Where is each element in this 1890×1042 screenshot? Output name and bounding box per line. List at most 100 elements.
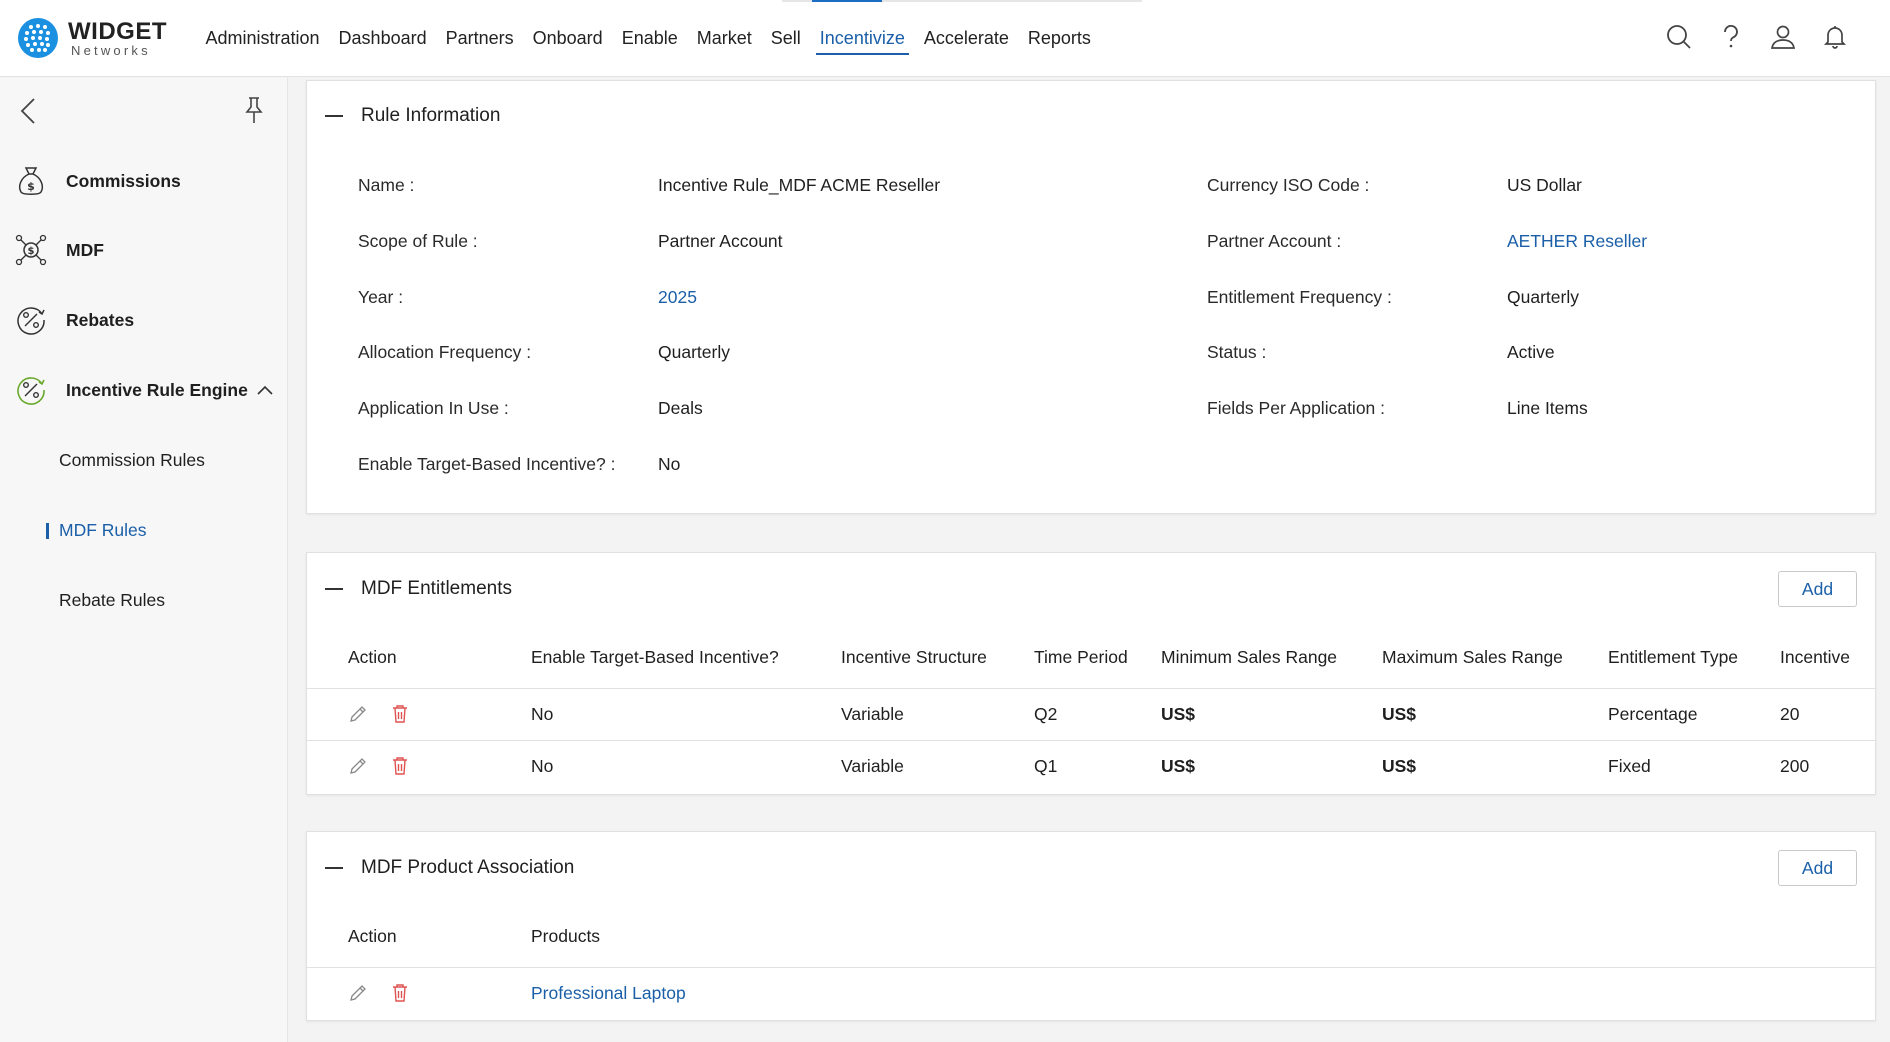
sidebar-item-incentive-rule-engine[interactable]: Incentive Rule Engine <box>14 373 274 407</box>
nav-administration[interactable]: Administration <box>206 0 320 77</box>
year-label: Year : <box>358 287 404 307</box>
chevron-up-icon[interactable] <box>256 384 274 396</box>
cell-min-sales: US$ <box>1161 704 1196 724</box>
mdf-product-association-card: MDF Product Association Add Action Produ… <box>306 831 1876 1021</box>
mdf-entitlements-card: MDF Entitlements Add Action Enable Targe… <box>306 552 1876 795</box>
collapse-icon <box>325 588 343 590</box>
delete-trash-icon[interactable] <box>389 755 411 777</box>
add-entitlement-button[interactable]: Add <box>1778 571 1857 607</box>
sidebar-item-label: Commissions <box>66 170 181 191</box>
nav-incentivize[interactable]: Incentivize <box>815 0 909 77</box>
currency-label: Currency ISO Code : <box>1207 175 1370 195</box>
partner-account-link[interactable]: AETHER Reseller <box>1507 231 1647 252</box>
status-value: Active <box>1507 342 1555 362</box>
sidebar-subitem-commission-rules[interactable]: Commission Rules <box>59 450 205 471</box>
column-header-min-sales: Minimum Sales Range <box>1161 647 1338 667</box>
row-actions <box>347 982 411 1004</box>
column-header-max-sales: Maximum Sales Range <box>1382 647 1563 667</box>
table-divider <box>307 967 1875 968</box>
section-title: MDF Product Association <box>361 857 575 878</box>
column-header-target-based: Enable Target-Based Incentive? <box>531 647 779 667</box>
nav-reports[interactable]: Reports <box>1028 0 1091 77</box>
entitlement-frequency-label: Entitlement Frequency : <box>1207 287 1392 307</box>
search-icon[interactable] <box>1664 22 1694 52</box>
collapse-sidebar-icon[interactable] <box>16 96 40 131</box>
cell-incentive-structure: Variable <box>841 756 904 776</box>
sidebar-item-commissions[interactable]: $ Commissions <box>14 164 181 198</box>
network-dollar-icon: $ <box>14 233 48 267</box>
sidebar: $ Commissions $ MDF Rebates Incentive Ru… <box>0 78 288 1042</box>
product-link[interactable]: Professional Laptop <box>531 983 686 1004</box>
delete-trash-icon[interactable] <box>389 703 411 725</box>
help-icon[interactable] <box>1716 22 1746 52</box>
top-navigation-bar: WIDGET Networks Administration Dashboard… <box>0 0 1890 77</box>
nav-enable[interactable]: Enable <box>622 0 678 77</box>
brand-logo-icon <box>18 18 58 58</box>
nav-dashboard[interactable]: Dashboard <box>339 0 427 77</box>
fields-per-application-label: Fields Per Application : <box>1207 398 1386 418</box>
cell-entitlement-type: Percentage <box>1608 704 1698 724</box>
row-actions <box>347 703 411 725</box>
currency-value: US Dollar <box>1507 175 1582 195</box>
section-title: MDF Entitlements <box>361 578 512 599</box>
column-header-incentive-structure: Incentive Structure <box>841 647 987 667</box>
nav-onboard[interactable]: Onboard <box>533 0 603 77</box>
nav-partners[interactable]: Partners <box>446 0 514 77</box>
sidebar-item-mdf[interactable]: $ MDF <box>14 233 104 267</box>
brand-name: WIDGET <box>68 17 167 45</box>
svg-text:$: $ <box>27 180 35 193</box>
notification-bell-icon[interactable] <box>1820 22 1850 52</box>
column-header-incentive: Incentive <box>1780 647 1851 667</box>
sidebar-item-label: MDF <box>66 239 104 260</box>
name-value: Incentive Rule_MDF ACME Reseller <box>658 175 941 195</box>
column-header-entitlement-type: Entitlement Type <box>1608 647 1739 667</box>
nav-accelerate[interactable]: Accelerate <box>924 0 1009 77</box>
cell-max-sales: US$ <box>1382 756 1417 776</box>
cell-time-period: Q2 <box>1034 704 1058 724</box>
rule-information-card: Rule Information Name : Incentive Rule_M… <box>306 80 1876 514</box>
sidebar-subitem-rebate-rules[interactable]: Rebate Rules <box>59 590 165 611</box>
add-product-button[interactable]: Add <box>1778 850 1857 886</box>
rule-information-header[interactable]: Rule Information <box>325 105 500 127</box>
nav-market[interactable]: Market <box>697 0 752 77</box>
user-icon[interactable] <box>1768 22 1798 52</box>
cell-min-sales: US$ <box>1161 756 1196 776</box>
svg-text:$: $ <box>28 246 35 257</box>
application-in-use-label: Application In Use : <box>358 398 509 418</box>
target-based-label: Enable Target-Based Incentive? : <box>358 454 616 474</box>
rebate-percent-icon <box>14 303 48 337</box>
mdf-entitlements-header[interactable]: MDF Entitlements <box>325 578 512 600</box>
cell-target-based: No <box>531 756 554 776</box>
status-label: Status : <box>1207 342 1267 362</box>
sidebar-subitem-mdf-rules[interactable]: MDF Rules <box>46 520 147 541</box>
scope-value: Partner Account <box>658 231 783 251</box>
main-nav: Administration Dashboard Partners Onboar… <box>196 0 1100 77</box>
edit-pencil-icon[interactable] <box>347 703 369 725</box>
pin-icon[interactable] <box>242 95 266 130</box>
row-actions <box>347 755 411 777</box>
cell-incentive: 20 <box>1780 704 1800 724</box>
cell-target-based: No <box>531 704 554 724</box>
brand-subname: Networks <box>71 42 151 58</box>
column-header-products: Products <box>531 926 601 946</box>
entitlement-frequency-value: Quarterly <box>1507 287 1579 307</box>
allocation-frequency-label: Allocation Frequency : <box>358 342 532 362</box>
nav-sell[interactable]: Sell <box>771 0 801 77</box>
incentive-percent-icon <box>14 373 48 407</box>
mdf-product-association-header[interactable]: MDF Product Association <box>325 857 574 879</box>
cell-time-period: Q1 <box>1034 756 1058 776</box>
edit-pencil-icon[interactable] <box>347 755 369 777</box>
year-value-link[interactable]: 2025 <box>658 287 697 308</box>
partner-account-label: Partner Account : <box>1207 231 1342 251</box>
brand-logo[interactable]: WIDGET Networks <box>18 18 167 58</box>
delete-trash-icon[interactable] <box>389 982 411 1004</box>
edit-pencil-icon[interactable] <box>347 982 369 1004</box>
column-header-time-period: Time Period <box>1034 647 1128 667</box>
money-bag-icon: $ <box>14 164 48 198</box>
sidebar-item-label: Incentive Rule Engine <box>66 379 248 400</box>
application-in-use-value: Deals <box>658 398 703 418</box>
collapse-icon <box>325 115 343 117</box>
sidebar-item-label: Rebates <box>66 309 135 330</box>
sidebar-item-rebates[interactable]: Rebates <box>14 303 134 337</box>
section-title: Rule Information <box>361 105 501 126</box>
